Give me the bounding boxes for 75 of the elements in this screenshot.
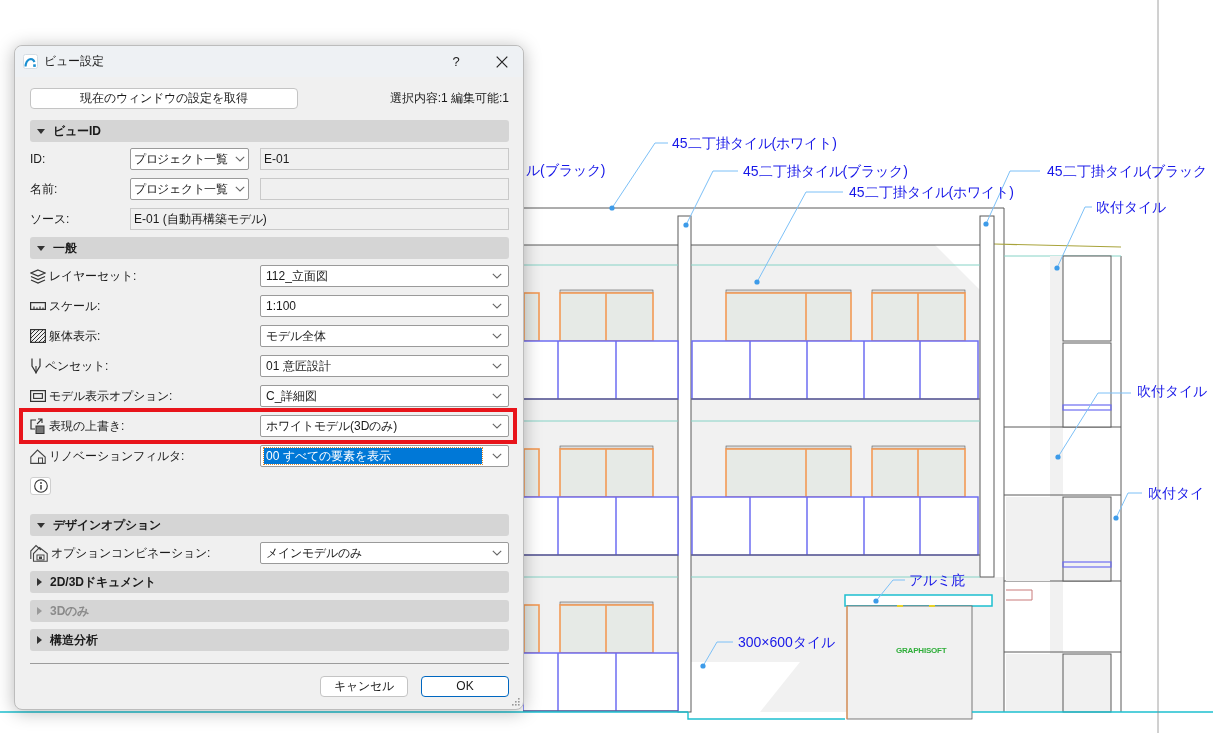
sign-text: GRAPHISOFT [896,646,947,655]
field-label: レイヤーセット: [49,268,137,284]
dropdown[interactable]: プロジェクト一覧 [130,178,249,200]
chevron-down-icon [235,156,245,162]
resize-grip-icon[interactable] [511,697,520,706]
window-title: ビュー設定 [44,54,104,69]
field-label: スケール: [49,298,101,314]
section-header[interactable]: 構造分析 [30,629,509,651]
annotation-label: 45二丁掛タイル(ホワイト) [672,135,837,151]
layers-icon [30,268,46,284]
nested-rectangle-icon [30,390,46,402]
field-label: ペンセット: [45,358,109,374]
dropdown[interactable]: プロジェクト一覧 [130,148,249,170]
field-label: 名前: [30,181,58,197]
dropdown[interactable]: C_詳細図 [260,385,509,407]
dropdown[interactable]: ホワイトモデル(3Dのみ) [260,415,509,437]
field-label: ID: [30,151,46,167]
annotation-label: 300×600タイル [738,634,835,650]
field-label: オプションコンビネーション: [51,545,211,561]
text-field[interactable]: E-01 [260,148,509,170]
chevron-down-icon [492,333,502,339]
get-settings-button[interactable]: 現在のウィンドウの設定を取得 [30,88,298,109]
field-label: ソース: [30,211,70,227]
annotation-label: 吹付タイル [1137,383,1207,399]
arc-logo-icon [23,54,38,69]
triangle-down-icon [37,128,45,134]
chevron-down-icon [492,550,502,556]
section-header[interactable]: 一般 [30,237,509,259]
info-button[interactable] [30,477,51,495]
annotation-label: 吹付タイ [1148,485,1204,501]
close-icon [496,55,508,68]
field-label: リノベーションフィルタ: [49,448,185,464]
annotation-label: アルミ庇 [909,572,965,588]
dropdown[interactable]: 112_立面図 [260,265,509,287]
help-button[interactable]: ? [441,49,471,74]
houses-icon [30,544,48,562]
dialog-button[interactable]: キャンセル [320,676,408,697]
dropdown[interactable]: 00 すべての要素を表示 [260,445,509,467]
annotation-label: 45二丁掛タイル(ブラック) [743,163,908,179]
annotation-label: ル(ブラック) [526,162,606,178]
ruler-icon [30,302,46,310]
dropdown[interactable]: モデル全体 [260,325,509,347]
chevron-down-icon [235,186,245,192]
ok-button[interactable]: OK [421,676,509,697]
selection-info: 選択内容:1 編集可能:1 [389,91,509,106]
annotation-label: 45二丁掛タイル(ブラック [1047,163,1208,179]
text-field[interactable]: E-01 (自動再構築モデル) [130,208,509,230]
triangle-right-icon [37,636,42,644]
field-label: 躯体表示: [49,328,101,344]
section-header[interactable]: デザインオプション [30,514,509,536]
section-header[interactable]: ビューID [30,120,509,142]
triangle-down-icon [37,245,45,251]
text-field[interactable] [260,178,509,200]
house-icon [30,448,46,464]
field-label: モデル表示オプション: [49,388,173,404]
chevron-down-icon [492,393,502,399]
chevron-down-icon [492,273,502,279]
annotation-label: 45二丁掛タイル(ホワイト) [849,184,1014,200]
annotation-label: 吹付タイル [1096,199,1166,215]
dropdown[interactable]: 01 意匠設計 [260,355,509,377]
info-icon [33,479,48,493]
dropdown[interactable]: メインモデルのみ [260,542,509,564]
chevron-down-icon [492,423,502,429]
dropdown[interactable]: 1:100 [260,295,509,317]
chevron-down-icon [492,453,502,459]
triangle-right-icon [37,607,42,615]
hatched-square-icon [30,329,46,343]
field-label: 表現の上書き: [49,418,125,434]
chevron-down-icon [492,363,502,369]
triangle-right-icon [37,578,42,586]
overlay-squares-icon [30,418,46,434]
triangle-down-icon [37,522,45,528]
pen-nib-icon [30,358,42,374]
section-header[interactable]: 2D/3Dドキュメント [30,571,509,593]
chevron-down-icon [492,303,502,309]
